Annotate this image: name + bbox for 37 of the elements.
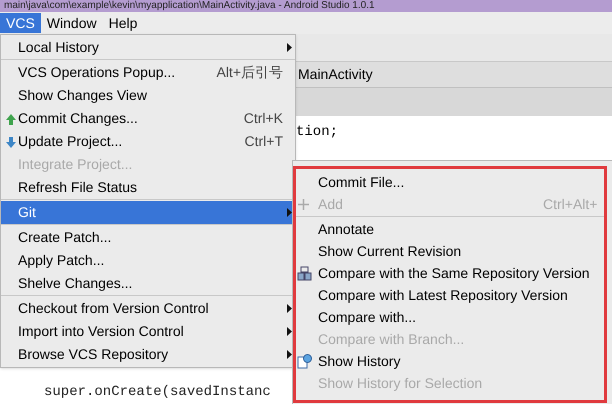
- menu-item[interactable]: Commit File...: [296, 171, 543, 193]
- menu-item[interactable]: Update Project... Ctrl+T: [1, 130, 295, 153]
- menu-item[interactable]: Import into Version Control: [1, 320, 295, 343]
- plus-icon: [297, 198, 310, 210]
- menu-item[interactable]: Create Patch...: [1, 226, 295, 249]
- menu-item[interactable]: Browse VCS Repository: [1, 343, 295, 366]
- menu-item[interactable]: Commit Changes... Ctrl+K: [1, 107, 295, 130]
- menu-bar-item[interactable]: VCS: [0, 13, 41, 33]
- menu-item[interactable]: Git: [1, 201, 295, 224]
- menu-item[interactable]: Show History: [296, 350, 543, 372]
- menu-item[interactable]: Compare with the Same Repository Version: [296, 262, 590, 284]
- menu-item[interactable]: Local History: [1, 36, 295, 59]
- menu-item[interactable]: Show Changes View: [1, 84, 295, 107]
- menu-item[interactable]: Compare with Latest Repository Version: [296, 284, 568, 306]
- menu-item[interactable]: Compare with...: [296, 306, 543, 328]
- menu-item[interactable]: Refresh File Status: [1, 176, 295, 199]
- submenu-arrow-icon: [287, 43, 292, 52]
- title-bar: main\java\com\example\kevin\myapplication\MainActivity.java - Android Studio 1.0.1: [0, 0, 612, 12]
- menu-item[interactable]: Apply Patch...: [1, 249, 295, 272]
- update-arrow-icon: [4, 134, 18, 148]
- menu-bar-item[interactable]: Window: [40, 13, 103, 33]
- submenu-arrow-icon: [287, 350, 292, 359]
- submenu-arrow-icon: [287, 304, 292, 313]
- code-line: super.onCreate(savedInstanc: [44, 383, 271, 402]
- menu-bar-item[interactable]: Help: [102, 13, 144, 33]
- submenu-arrow-icon: [287, 208, 292, 217]
- menu-item[interactable]: Checkout from Version Control: [1, 297, 295, 320]
- menu-item[interactable]: Show Current Revision: [296, 240, 543, 262]
- menu-item[interactable]: Annotate: [296, 218, 543, 240]
- menu-item[interactable]: Shelve Changes...: [1, 272, 295, 295]
- compare-icon: [297, 266, 312, 280]
- breadcrumb-item[interactable]: MainActivity: [298, 64, 373, 85]
- menu-item[interactable]: VCS Operations Popup... Alt+后引号: [1, 61, 295, 84]
- commit-arrow-icon: [4, 112, 18, 126]
- history-icon: [297, 354, 312, 368]
- code-line: tion;: [296, 123, 338, 142]
- submenu-arrow-icon: [287, 327, 292, 336]
